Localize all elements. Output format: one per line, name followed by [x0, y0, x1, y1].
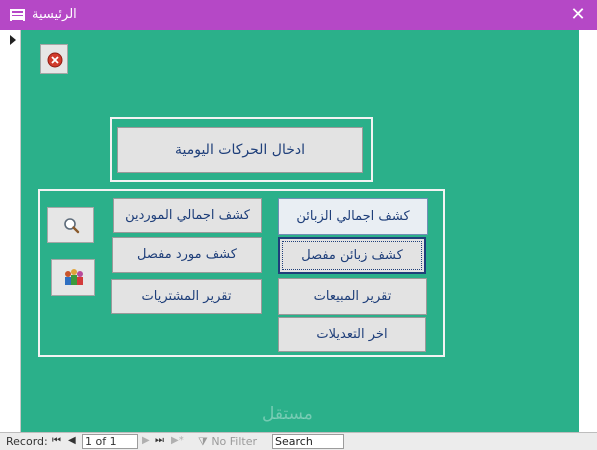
users-group-icon: [65, 269, 83, 285]
customers-total-label: كشف اجمالي الزبائن: [296, 209, 410, 224]
close-circle-icon: [47, 52, 63, 68]
current-record-arrow-icon: [10, 35, 16, 45]
right-gutter: [579, 30, 597, 432]
title-bar: الرئيسية ✕: [0, 0, 597, 30]
filter-toggle[interactable]: ⧩ No Filter: [198, 435, 257, 449]
customers-total-button[interactable]: كشف اجمالي الزبائن: [278, 198, 428, 235]
first-record-icon[interactable]: ⏮: [52, 435, 61, 446]
form-canvas: ادخال الحركات اليومية كشف اجمالي الزبائن…: [21, 30, 579, 432]
last-edits-label: اخر التعديلات: [316, 327, 388, 342]
daily-transactions-label: ادخال الحركات اليومية: [175, 142, 305, 158]
sales-report-button[interactable]: تقرير المبيعات: [278, 278, 427, 315]
filter-icon: ⧩: [198, 435, 208, 448]
purchases-report-label: تقرير المشتريات: [141, 289, 232, 304]
last-edits-button[interactable]: اخر التعديلات: [278, 317, 426, 352]
customers-detailed-button[interactable]: كشف زبائن مفصل: [278, 237, 426, 274]
suppliers-total-label: كشف اجمالي الموردين: [125, 208, 250, 223]
supplier-detailed-button[interactable]: كشف مورد مفصل: [112, 237, 262, 273]
suppliers-total-button[interactable]: كشف اجمالي الموردين: [113, 198, 262, 233]
supplier-detailed-label: كشف مورد مفصل: [137, 247, 237, 262]
purchases-report-button[interactable]: تقرير المشتريات: [111, 279, 262, 314]
search-button[interactable]: [47, 207, 94, 243]
window-title: الرئيسية: [32, 7, 77, 22]
close-icon[interactable]: ✕: [568, 5, 588, 25]
filter-label: No Filter: [211, 435, 258, 448]
record-selector[interactable]: [0, 30, 21, 432]
record-label: Record:: [6, 435, 48, 448]
users-button[interactable]: [51, 259, 95, 296]
previous-record-icon[interactable]: ◀: [68, 435, 76, 446]
close-form-button[interactable]: [40, 44, 68, 74]
new-record-icon[interactable]: ▶*: [171, 435, 184, 446]
next-record-icon[interactable]: ▶: [142, 435, 150, 446]
sales-report-label: تقرير المبيعات: [313, 289, 392, 304]
daily-transactions-button[interactable]: ادخال الحركات اليومية: [117, 127, 363, 173]
customers-detailed-label: كشف زبائن مفصل: [301, 248, 403, 263]
access-form-window: الرئيسية ✕ ادخال الحركات اليومية كشف اجم…: [0, 0, 597, 450]
magnifier-icon: [64, 218, 80, 234]
current-record-field[interactable]: 1 of 1: [82, 434, 138, 449]
form-icon: [10, 9, 25, 21]
last-record-icon[interactable]: ⏭: [155, 435, 164, 446]
search-input[interactable]: Search: [272, 434, 344, 449]
record-navigation-bar: Record: ⏮ ◀ 1 of 1 ▶ ⏭ ▶* ⧩ No Filter Se…: [0, 432, 597, 450]
watermark-text: مستقل: [262, 404, 313, 424]
